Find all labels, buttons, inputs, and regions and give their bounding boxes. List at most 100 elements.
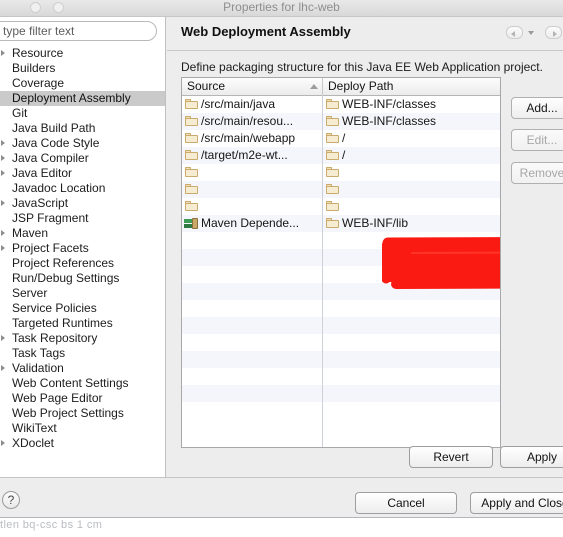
- sidebar-item-validation[interactable]: Validation: [0, 361, 165, 376]
- sidebar-item-git[interactable]: Git: [0, 106, 165, 121]
- table-header-row: Source Deploy Path: [182, 78, 500, 96]
- sidebar-item-service-policies[interactable]: Service Policies: [0, 301, 165, 316]
- sidebar-item-task-tags[interactable]: Task Tags: [0, 346, 165, 361]
- sidebar-item-label: Java Code Style: [12, 136, 100, 150]
- expand-arrow-icon[interactable]: [1, 200, 5, 206]
- table-row[interactable]: [182, 164, 500, 181]
- table-body[interactable]: /src/main/java WEB-INF/classes/src/main/r…: [182, 96, 500, 419]
- sidebar-item-targeted-runtimes[interactable]: Targeted Runtimes: [0, 316, 165, 331]
- table-row[interactable]: [182, 181, 500, 198]
- sidebar-item-run-debug-settings[interactable]: Run/Debug Settings: [0, 271, 165, 286]
- sidebar-item-wikitext[interactable]: WikiText: [0, 421, 165, 436]
- expand-arrow-icon[interactable]: [1, 365, 5, 371]
- table-row[interactable]: [182, 198, 500, 215]
- sidebar-item-label: Project Facets: [12, 241, 89, 255]
- sidebar-item-java-build-path[interactable]: Java Build Path: [0, 121, 165, 136]
- sidebar-item-javascript[interactable]: JavaScript: [0, 196, 165, 211]
- table-row-empty[interactable]: [182, 232, 500, 249]
- apply-and-close-button[interactable]: Apply and Close: [470, 492, 563, 514]
- sidebar-item-label: Java Build Path: [12, 121, 96, 135]
- sidebar-item-project-references[interactable]: Project References: [0, 256, 165, 271]
- cell-deploy-path: WEB-INF/lib: [342, 216, 408, 230]
- column-header-source[interactable]: Source: [182, 78, 323, 95]
- back-arrow-icon[interactable]: [506, 26, 523, 39]
- sidebar-item-deployment-assembly[interactable]: Deployment Assembly: [0, 91, 165, 106]
- remove-button[interactable]: Remove: [511, 162, 563, 184]
- sidebar-item-java-editor[interactable]: Java Editor: [0, 166, 165, 181]
- expand-arrow-icon[interactable]: [1, 50, 5, 56]
- forward-arrow-icon[interactable]: [545, 26, 562, 39]
- sidebar-item-label: Java Editor: [12, 166, 73, 180]
- sidebar-item-web-page-editor[interactable]: Web Page Editor: [0, 391, 165, 406]
- expand-arrow-icon[interactable]: [1, 335, 5, 341]
- cell-deploy-path: [323, 181, 500, 198]
- table-row-empty[interactable]: [182, 283, 500, 300]
- expand-arrow-icon[interactable]: [1, 140, 5, 146]
- table-row-empty[interactable]: [182, 385, 500, 402]
- history-navigation: [506, 25, 562, 41]
- sidebar-item-label: Task Repository: [12, 331, 98, 345]
- cell-deploy-path: [323, 164, 500, 181]
- chevron-down-icon[interactable]: [528, 31, 534, 35]
- page-description: Define packaging structure for this Java…: [181, 60, 543, 74]
- cell-source: /src/main/java: [201, 97, 276, 111]
- sidebar-item-java-code-style[interactable]: Java Code Style: [0, 136, 165, 151]
- sidebar-item-project-facets[interactable]: Project Facets: [0, 241, 165, 256]
- cancel-button[interactable]: Cancel: [355, 492, 457, 514]
- table-row-empty[interactable]: [182, 402, 500, 419]
- sidebar-item-resource[interactable]: Resource: [0, 46, 165, 61]
- sidebar-item-java-compiler[interactable]: Java Compiler: [0, 151, 165, 166]
- sidebar-item-web-project-settings[interactable]: Web Project Settings: [0, 406, 165, 421]
- sidebar-item-label: Server: [12, 286, 48, 300]
- expand-arrow-icon[interactable]: [1, 230, 5, 236]
- expand-arrow-icon[interactable]: [1, 155, 5, 161]
- sidebar-item-label: WikiText: [12, 421, 57, 435]
- edit-button[interactable]: Edit...: [511, 129, 563, 151]
- table-row-empty[interactable]: [182, 368, 500, 385]
- filter-field-wrapper: [0, 21, 157, 41]
- cell-deploy-path: [323, 198, 500, 215]
- settings-sidebar: ResourceBuildersCoverageDeployment Assem…: [0, 17, 166, 477]
- sidebar-item-builders[interactable]: Builders: [0, 61, 165, 76]
- table-row-empty[interactable]: [182, 249, 500, 266]
- table-row[interactable]: /src/main/java WEB-INF/classes: [182, 96, 500, 113]
- table-row[interactable]: Maven Depende... WEB-INF/lib: [182, 215, 500, 232]
- sidebar-item-coverage[interactable]: Coverage: [0, 76, 165, 91]
- revert-button[interactable]: Revert: [409, 446, 493, 468]
- settings-tree[interactable]: Resource Builders Coverage Deployment Assem…: [0, 46, 165, 466]
- properties-dialog: Properties for lhc-web ResourceBuildersC…: [0, 0, 563, 517]
- sidebar-item-label: JSP Fragment: [12, 211, 89, 225]
- table-row-empty[interactable]: [182, 317, 500, 334]
- sidebar-item-label: Web Content Settings: [12, 376, 129, 390]
- filter-input[interactable]: [0, 21, 157, 41]
- table-row-empty[interactable]: [182, 300, 500, 317]
- sidebar-item-server[interactable]: Server: [0, 286, 165, 301]
- sidebar-item-maven[interactable]: Maven: [0, 226, 165, 241]
- sidebar-item-xdoclet[interactable]: XDoclet: [0, 436, 165, 451]
- sidebar-item-label: Service Policies: [12, 301, 97, 315]
- background-faint-text: tlen bq-csc bs 1 cm: [0, 519, 103, 531]
- table-row[interactable]: /target/m2e-wt... /: [182, 147, 500, 164]
- sidebar-item-jsp-fragment[interactable]: JSP Fragment: [0, 211, 165, 226]
- expand-arrow-icon[interactable]: [1, 440, 5, 446]
- table-row[interactable]: /src/main/webapp /: [182, 130, 500, 147]
- sidebar-item-label: XDoclet: [12, 436, 55, 450]
- sidebar-item-javadoc-location[interactable]: Javadoc Location: [0, 181, 165, 196]
- add-button[interactable]: Add...: [511, 97, 563, 119]
- sidebar-item-web-content-settings[interactable]: Web Content Settings: [0, 376, 165, 391]
- expand-arrow-icon[interactable]: [1, 245, 5, 251]
- dialog-titlebar[interactable]: Properties for lhc-web: [0, 0, 563, 17]
- table-row-empty[interactable]: [182, 266, 500, 283]
- help-icon[interactable]: ?: [2, 491, 20, 509]
- table-row-empty[interactable]: [182, 334, 500, 351]
- sidebar-item-label: Resource: [12, 46, 64, 60]
- cell-deploy-path: WEB-INF/classes: [342, 114, 437, 128]
- column-header-deploy-path[interactable]: Deploy Path: [323, 78, 500, 95]
- dialog-title: Properties for lhc-web: [223, 0, 340, 14]
- deployment-assembly-table[interactable]: Source Deploy Path /src/main/java WEB-INF…: [181, 77, 501, 448]
- expand-arrow-icon[interactable]: [1, 170, 5, 176]
- sidebar-item-task-repository[interactable]: Task Repository: [0, 331, 165, 346]
- table-row-empty[interactable]: [182, 351, 500, 368]
- apply-button[interactable]: Apply: [500, 446, 563, 468]
- table-row[interactable]: /src/main/resou... WEB-INF/classes: [182, 113, 500, 130]
